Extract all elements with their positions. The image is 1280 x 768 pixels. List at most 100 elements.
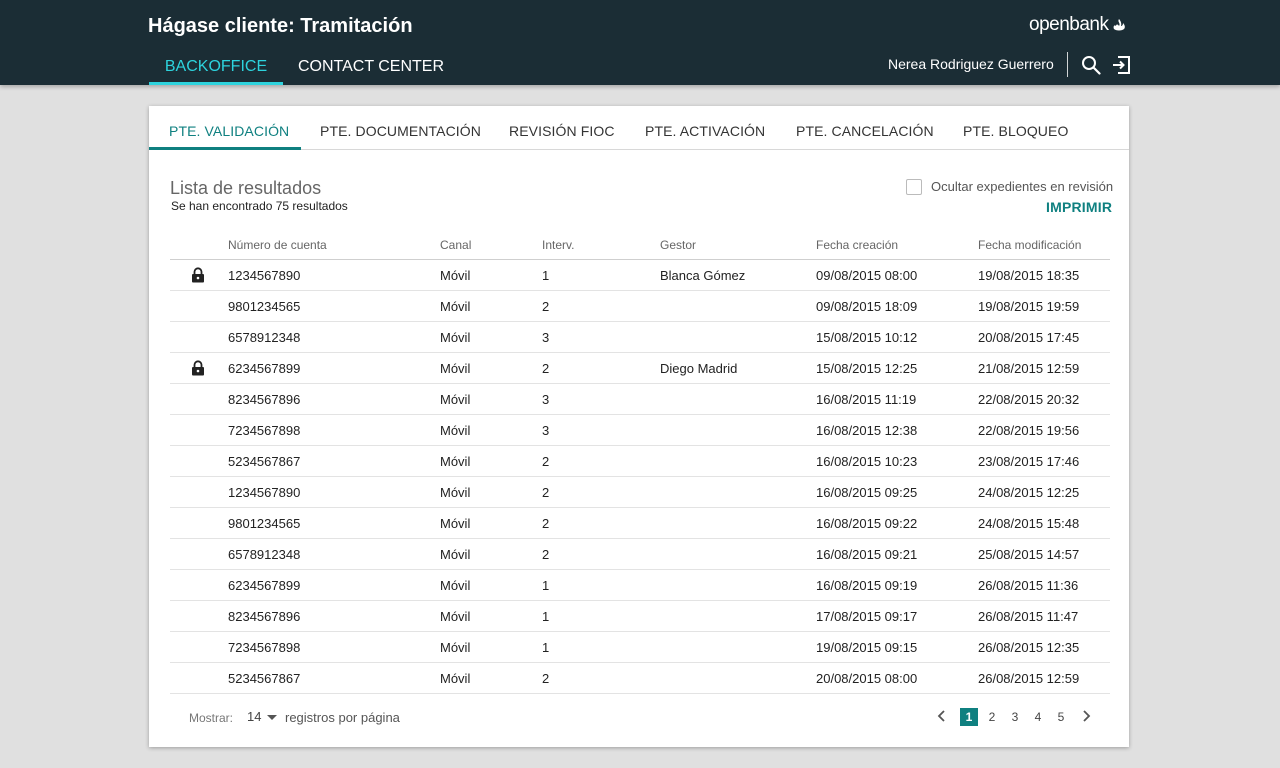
result-count: Se han encontrado 75 resultados [171, 199, 348, 213]
canal-cell: Móvil [440, 392, 471, 407]
table-row[interactable]: 1234567890 Móvil 1 Blanca Gómez 09/08/2015 0… [170, 260, 1110, 291]
print-button[interactable]: IMPRIMIR [1046, 199, 1112, 215]
hide-in-review-checkbox[interactable] [906, 179, 922, 195]
search-button[interactable] [1080, 54, 1102, 76]
next-page-button[interactable] [1079, 708, 1093, 724]
tab-pte-bloqueo[interactable]: PTE. BLOQUEO [963, 123, 1068, 139]
tab-pte-validacion[interactable]: PTE. VALIDACIÓN [169, 123, 289, 139]
canal-cell: Móvil [440, 268, 471, 283]
search-icon [1082, 56, 1101, 75]
account-number-cell: 6578912348 [228, 330, 301, 345]
prev-page-button[interactable] [935, 708, 949, 724]
modified-date-cell: 19/08/2015 18:35 [978, 268, 1080, 283]
page-size-select[interactable]: 14 [247, 709, 278, 724]
modified-date-cell: 22/08/2015 20:32 [978, 392, 1080, 407]
created-date-cell: 20/08/2015 08:00 [816, 671, 918, 686]
account-number-cell: 6578912348 [228, 547, 301, 562]
account-number-cell: 1234567890 [228, 268, 301, 283]
created-date-cell: 15/08/2015 12:25 [816, 361, 918, 376]
top-bar: Hágase cliente: Tramitación openbank BAC… [0, 0, 1280, 85]
canal-cell: Móvil [440, 640, 471, 655]
created-date-cell: 09/08/2015 18:09 [816, 299, 918, 314]
modified-date-cell: 24/08/2015 15:48 [978, 516, 1080, 531]
created-date-cell: 16/08/2015 09:19 [816, 578, 918, 593]
page-number[interactable]: 5 [1052, 708, 1070, 726]
interv-cell: 2 [542, 516, 550, 531]
modified-date-cell: 26/08/2015 11:36 [978, 578, 1079, 593]
page-size-value: 14 [247, 709, 262, 724]
table-row[interactable]: 6578912348 Móvil 3 15/08/2015 10:12 20/08/20… [170, 322, 1110, 353]
column-header-modified[interactable]: Fecha modificación [978, 238, 1081, 252]
table-row[interactable]: 9801234565 Móvil 2 09/08/2015 18:09 19/08/20… [170, 291, 1110, 322]
tab-pte-cancelacion[interactable]: PTE. CANCELACIÓN [796, 123, 934, 139]
column-header-created[interactable]: Fecha creación [816, 238, 898, 252]
canal-cell: Móvil [440, 454, 471, 469]
tab-pte-documentacion[interactable]: PTE. DOCUMENTACIÓN [320, 123, 481, 139]
page-number[interactable]: 4 [1029, 708, 1047, 726]
account-number-cell: 9801234565 [228, 299, 301, 314]
modified-date-cell: 26/08/2015 12:59 [978, 671, 1080, 686]
modified-date-cell: 21/08/2015 12:59 [978, 361, 1080, 376]
account-number-cell: 5234567867 [228, 454, 301, 469]
table-row[interactable]: 5234567867 Móvil 2 20/08/2015 08:00 26/08/20… [170, 663, 1110, 694]
table-row[interactable]: 6578912348 Móvil 2 16/08/2015 09:21 25/08/20… [170, 539, 1110, 570]
page-number[interactable]: 3 [1006, 708, 1024, 726]
table-row[interactable]: 7234567898 Móvil 1 19/08/2015 09:15 26/08/20… [170, 632, 1110, 663]
page-size-label: Mostrar: [189, 711, 234, 725]
table-row[interactable]: 6234567899 Móvil 1 16/08/2015 09:19 26/08/20… [170, 570, 1110, 601]
canal-cell: Móvil [440, 330, 471, 345]
hide-in-review-label[interactable]: Ocultar expedientes en revisión [931, 179, 1113, 194]
table-row[interactable]: 8234567896 Móvil 1 17/08/2015 09:17 26/08/20… [170, 601, 1110, 632]
column-header-gestor[interactable]: Gestor [660, 238, 696, 252]
nav-tab-contact-center[interactable]: CONTACT CENTER [292, 58, 450, 85]
table-header: Número de cuenta Canal Interv. Gestor Fe… [170, 230, 1110, 260]
logout-icon [1113, 56, 1130, 74]
interv-cell: 1 [542, 640, 550, 655]
interv-cell: 3 [542, 423, 550, 438]
account-number-cell: 7234567898 [228, 640, 301, 655]
modified-date-cell: 26/08/2015 12:35 [978, 640, 1080, 655]
created-date-cell: 15/08/2015 10:12 [816, 330, 918, 345]
page-number[interactable]: 1 [960, 708, 978, 726]
flame-logo-icon [1114, 19, 1126, 31]
column-header-canal[interactable]: Canal [440, 238, 471, 252]
tab-pte-activacion[interactable]: PTE. ACTIVACIÓN [645, 123, 765, 139]
table-row[interactable]: 6234567899 Móvil 2 Diego Madrid 15/08/2015 1… [170, 353, 1110, 384]
user-name: Nerea Rodriguez Guerrero [888, 56, 1054, 72]
table-row[interactable]: 8234567896 Móvil 3 16/08/2015 11:19 22/08/20… [170, 384, 1110, 415]
table-row[interactable]: 1234567890 Móvil 2 16/08/2015 09:25 24/08/20… [170, 477, 1110, 508]
app-title: Hágase cliente: Tramitación [148, 15, 413, 37]
results-card: PTE. VALIDACIÓN PTE. DOCUMENTACIÓN REVIS… [149, 106, 1129, 747]
account-number-cell: 8234567896 [228, 392, 301, 407]
canal-cell: Móvil [440, 361, 471, 376]
tab-revision-fioc[interactable]: REVISIÓN FIOC [509, 123, 615, 139]
nav-tab-backoffice[interactable]: BACKOFFICE [149, 58, 283, 85]
account-number-cell: 8234567896 [228, 609, 301, 624]
table-row[interactable]: 9801234565 Móvil 2 16/08/2015 09:22 24/08/20… [170, 508, 1110, 539]
canal-cell: Móvil [440, 485, 471, 500]
created-date-cell: 19/08/2015 09:15 [816, 640, 918, 655]
canal-cell: Móvil [440, 299, 471, 314]
chevron-right-icon [1083, 710, 1091, 722]
lock-icon [191, 267, 205, 283]
modified-date-cell: 19/08/2015 19:59 [978, 299, 1080, 314]
interv-cell: 2 [542, 547, 550, 562]
canal-cell: Móvil [440, 516, 471, 531]
page-number[interactable]: 2 [983, 708, 1001, 726]
created-date-cell: 16/08/2015 09:21 [816, 547, 918, 562]
brand-name: openbank [1029, 14, 1109, 35]
table-row[interactable]: 7234567898 Móvil 3 16/08/2015 12:38 22/08/20… [170, 415, 1110, 446]
modified-date-cell: 23/08/2015 17:46 [978, 454, 1080, 469]
modified-date-cell: 22/08/2015 19:56 [978, 423, 1080, 438]
modified-date-cell: 25/08/2015 14:57 [978, 547, 1080, 562]
modified-date-cell: 24/08/2015 12:25 [978, 485, 1080, 500]
column-header-account[interactable]: Número de cuenta [228, 238, 327, 252]
account-number-cell: 5234567867 [228, 671, 301, 686]
interv-cell: 2 [542, 299, 550, 314]
logout-button[interactable] [1110, 54, 1132, 76]
interv-cell: 1 [542, 578, 550, 593]
column-header-interv[interactable]: Interv. [542, 238, 574, 252]
table-row[interactable]: 5234567867 Móvil 2 16/08/2015 10:23 23/08/20… [170, 446, 1110, 477]
created-date-cell: 16/08/2015 09:22 [816, 516, 918, 531]
created-date-cell: 09/08/2015 08:00 [816, 268, 918, 283]
